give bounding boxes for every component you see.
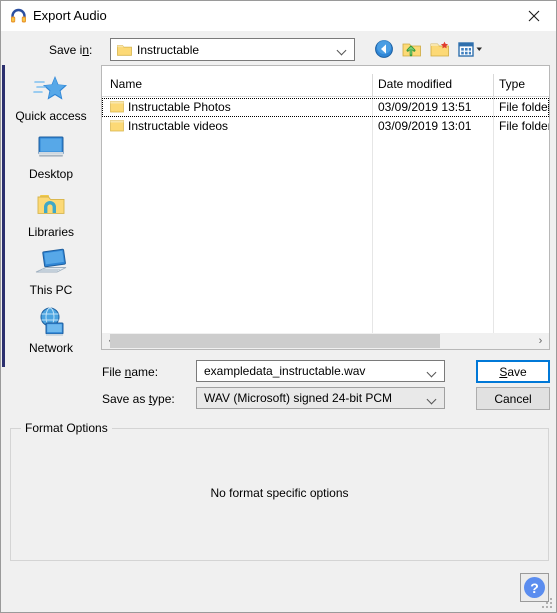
column-header-date-modified[interactable]: Date modified (378, 77, 452, 91)
file-name-cell: Instructable videos (128, 119, 229, 133)
folder-icon (110, 119, 124, 135)
places-sidebar: Quick access Desktop Libraries This PC N… (2, 65, 97, 367)
quick-access-star-icon (33, 73, 69, 107)
column-divider[interactable] (493, 74, 494, 97)
sidebar-item-label: Quick access (15, 109, 87, 123)
help-icon: ? (524, 577, 545, 598)
save-as-type-combobox[interactable]: WAV (Microsoft) signed 24-bit PCM (196, 387, 445, 409)
export-audio-dialog: Export Audio Save in: Instructable Quick… (0, 0, 557, 613)
sidebar-item-label: Network (28, 341, 73, 355)
cancel-button[interactable]: Cancel (476, 387, 550, 410)
file-name-value: exampledata_instructable.wav (204, 364, 366, 378)
column-header-type[interactable]: Type (499, 77, 525, 91)
file-name-label: File name: (102, 365, 159, 379)
file-name-cell: Instructable Photos (128, 100, 231, 114)
type-cell: File folder (499, 100, 550, 114)
type-cell: File folder (499, 119, 550, 133)
save-as-type-label: Save as type: (102, 392, 175, 406)
sidebar-item-this-pc[interactable]: This PC (5, 247, 97, 305)
network-globe-icon (33, 305, 69, 339)
sidebar-item-network[interactable]: Network (5, 305, 97, 363)
file-list-header: Name Date modified Type (102, 74, 549, 97)
save-in-value: Instructable (137, 43, 200, 57)
this-pc-computer-icon (33, 247, 69, 281)
column-divider[interactable] (372, 74, 373, 97)
sidebar-item-libraries[interactable]: Libraries (5, 189, 97, 247)
horizontal-scrollbar[interactable]: ‹ › (101, 333, 550, 350)
back-navigation-icon[interactable] (373, 38, 395, 60)
save-as-type-value: WAV (Microsoft) signed 24-bit PCM (204, 391, 393, 405)
date-modified-cell: 03/09/2019 13:51 (378, 100, 472, 114)
folder-icon (117, 43, 132, 59)
view-menu-icon[interactable] (457, 38, 487, 60)
format-options-message: No format specific options (210, 486, 349, 500)
save-button[interactable]: Save (476, 360, 550, 383)
format-options-title: Format Options (21, 421, 112, 435)
window-title: Export Audio (33, 8, 107, 23)
title-bar: Export Audio (1, 1, 556, 31)
scrollbar-thumb[interactable] (110, 334, 440, 348)
libraries-folder-icon (33, 189, 69, 223)
chevron-down-icon[interactable] (428, 369, 437, 375)
date-modified-cell: 03/09/2019 13:01 (378, 119, 472, 133)
save-in-label: Save in: (49, 43, 93, 57)
create-new-folder-icon[interactable] (429, 38, 451, 60)
audacity-headphones-icon (10, 8, 27, 24)
sidebar-item-desktop[interactable]: Desktop (5, 131, 97, 189)
close-icon[interactable] (511, 1, 556, 30)
chevron-down-icon[interactable] (428, 396, 437, 402)
save-in-combobox[interactable]: Instructable (110, 38, 355, 61)
table-row[interactable]: Instructable videos 03/09/2019 13:01 Fil… (102, 117, 549, 136)
sort-ascending-icon (237, 68, 246, 79)
folder-icon (110, 100, 124, 116)
file-name-input[interactable]: exampledata_instructable.wav (196, 360, 445, 382)
chevron-down-icon[interactable] (338, 47, 347, 53)
file-list: Name Date modified Type Instructable Pho… (101, 65, 550, 333)
sidebar-item-label: This PC (29, 283, 73, 297)
sidebar-item-label: Libraries (27, 225, 75, 239)
scroll-right-icon[interactable]: › (532, 333, 549, 349)
up-one-level-icon[interactable] (401, 38, 423, 60)
sidebar-item-label: Desktop (28, 167, 74, 181)
sidebar-item-quick-access[interactable]: Quick access (5, 73, 97, 131)
resize-grip[interactable] (542, 598, 554, 610)
desktop-monitor-icon (33, 131, 69, 165)
table-row[interactable]: Instructable Photos 03/09/2019 13:51 Fil… (102, 98, 549, 117)
column-header-name[interactable]: Name (110, 77, 142, 91)
